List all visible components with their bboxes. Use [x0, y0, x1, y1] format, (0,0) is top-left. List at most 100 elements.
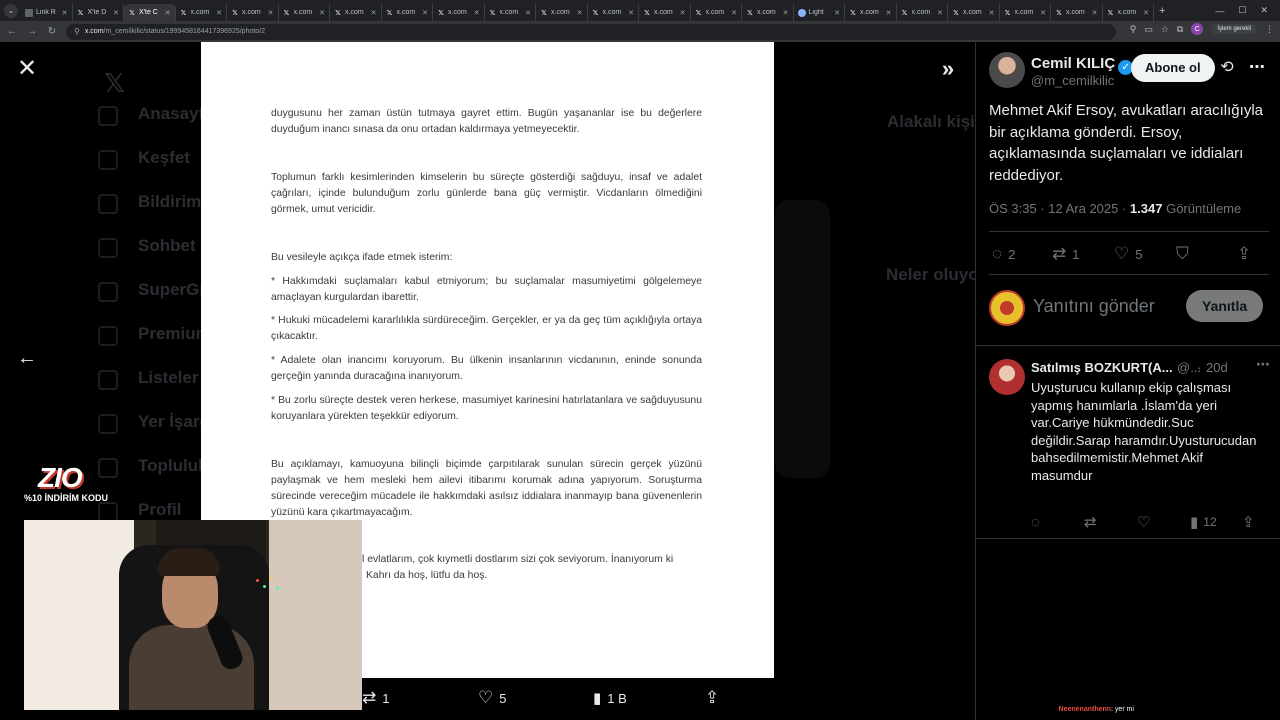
browser-tab[interactable]: Light ✕ [794, 4, 845, 21]
reply-retweet-button[interactable]: ⇄ [1084, 513, 1097, 531]
browser-tab[interactable]: 𝕏x.com ✕ [433, 4, 485, 21]
retweet-button[interactable]: ⇄ 1 [1052, 243, 1079, 265]
reply-author-avatar[interactable] [989, 359, 1025, 395]
reply-input[interactable]: Yanıtını gönder [1033, 296, 1155, 317]
x-logo-icon: 𝕏 [438, 9, 444, 17]
x-logo-icon: 𝕏 [695, 9, 702, 17]
tab-close-icon[interactable]: ✕ [268, 9, 274, 17]
minimize-icon[interactable]: — [1215, 6, 1224, 16]
tab-close-icon[interactable]: ✕ [474, 9, 480, 17]
author-handle[interactable]: @m_cemilkilic [1031, 73, 1114, 88]
zoom-icon[interactable]: ⚲ [1130, 24, 1137, 35]
photo-like-button[interactable]: ♡ 5 [478, 686, 506, 710]
address-bar[interactable]: ⚲ x.com/m_cemilkilic/status/199945816441… [66, 23, 1116, 40]
tab-close-icon[interactable]: ✕ [577, 9, 583, 17]
tab-close-icon[interactable]: ✕ [1143, 9, 1149, 17]
reply-reply-button[interactable]: ◌ [1031, 513, 1040, 531]
tab-close-icon[interactable]: ✕ [937, 9, 943, 17]
reload-icon[interactable]: ↻ [44, 24, 60, 40]
subscribe-button[interactable]: Abone ol [1131, 54, 1215, 82]
browser-tab[interactable]: 𝕏x.com ✕ [1103, 4, 1154, 21]
new-tab-icon[interactable]: + [1159, 5, 1165, 17]
bookmark-button[interactable]: ⛉ [1176, 243, 1189, 265]
browser-tab[interactable]: 𝕏x.com ✕ [742, 4, 794, 21]
browser-tab[interactable]: 𝕏x.com ✕ [639, 4, 691, 21]
browser-tab[interactable]: 𝕏 X'te D ✕ [73, 4, 124, 21]
collapse-panel-icon[interactable]: » [936, 58, 960, 82]
reply-like-button[interactable]: ♡ [1137, 513, 1150, 531]
browser-tab[interactable]: 𝕏x.com ✕ [1051, 4, 1103, 21]
photo-views-button[interactable]: ▮ 1 B [593, 686, 627, 710]
photo-share-button[interactable]: ⇪ [705, 686, 719, 710]
my-avatar[interactable] [989, 290, 1025, 326]
tab-close-icon[interactable]: ✕ [216, 9, 222, 17]
tab-close-icon[interactable]: ✕ [113, 9, 119, 17]
reply-submit-button[interactable]: Yanıtla [1186, 290, 1264, 322]
grok-icon[interactable]: ⟲ [1216, 57, 1238, 79]
tab-close-icon[interactable]: ✕ [1092, 9, 1098, 17]
browser-tab[interactable]: 𝕏x.com ✕ [227, 4, 279, 21]
browser-tab[interactable]: 𝕏x.com ✕ [948, 4, 1000, 21]
reply-views-button[interactable]: ▮ 12 [1190, 513, 1217, 531]
x-logo-icon: 𝕏 [1056, 9, 1062, 17]
tab-close-icon[interactable]: ✕ [680, 9, 686, 17]
tab-close-icon[interactable]: ✕ [422, 9, 428, 17]
tab-close-icon[interactable]: ✕ [731, 9, 737, 17]
reply-author-name[interactable]: Satılmış BOZKURT(A... [1031, 360, 1173, 375]
heart-icon: ♡ [478, 688, 494, 707]
close-viewer-icon[interactable]: ✕ [16, 57, 38, 81]
browser-tab[interactable]: Link R ✕ [21, 4, 73, 21]
browser-tab[interactable]: 𝕏x.com ✕ [1000, 4, 1051, 21]
browser-tab[interactable]: 𝕏x.com ✕ [897, 4, 948, 21]
tab-close-icon[interactable]: ✕ [62, 9, 68, 17]
browser-tab[interactable]: 𝕏x.com ✕ [536, 4, 588, 21]
browser-tab[interactable]: 𝕏x.com ✕ [485, 4, 536, 21]
tweet-timestamp[interactable]: ÖS 3:35 · 12 Ara 2025 · [989, 201, 1130, 216]
browser-tab[interactable]: 𝕏x.com ✕ [176, 4, 227, 21]
back-icon[interactable]: ← [4, 24, 20, 40]
author-avatar[interactable] [989, 52, 1025, 88]
site-info-icon[interactable]: ⚲ [74, 27, 80, 36]
browser-tab[interactable]: 𝕏x.com ✕ [279, 4, 330, 21]
reply-timestamp[interactable]: 20d [1206, 360, 1228, 375]
reply-button[interactable]: ◌ 2 [992, 243, 1015, 265]
browser-tab[interactable]: 𝕏x.com ✕ [588, 4, 639, 21]
author-name[interactable]: Cemil KILIÇ ✓ [1031, 55, 1134, 75]
tab-close-icon[interactable]: ✕ [319, 9, 325, 17]
cast-icon[interactable]: ▭ [1144, 24, 1153, 35]
browser-tab[interactable]: 𝕏x.com ✕ [382, 4, 433, 21]
tab-close-icon[interactable]: ✕ [525, 9, 531, 17]
browser-tab[interactable]: 𝕏x.com ✕ [845, 4, 897, 21]
retweet-icon: ⇄ [362, 688, 377, 707]
forward-icon[interactable]: → [24, 24, 40, 40]
tab-close-icon[interactable]: ✕ [628, 9, 634, 17]
reply-more-icon[interactable]: ⋯ [1256, 356, 1270, 373]
reply-view-count: 12 [1203, 515, 1217, 529]
tab-close-icon[interactable]: ✕ [371, 9, 377, 17]
bookmark-star-icon[interactable]: ☆ [1161, 24, 1169, 35]
tab-close-icon[interactable]: ✕ [886, 9, 892, 17]
tab-close-icon[interactable]: ✕ [834, 9, 840, 17]
browser-menu-icon[interactable]: ⋮ [1265, 24, 1274, 35]
photo-retweet-button[interactable]: ⇄ 1 [362, 686, 389, 710]
divider [989, 231, 1269, 232]
browser-tab[interactable]: 𝕏x.com ✕ [691, 4, 742, 21]
tab-close-icon[interactable]: ✕ [783, 9, 789, 17]
like-button[interactable]: ♡ 5 [1114, 243, 1142, 265]
tab-close-icon[interactable]: ✕ [989, 9, 995, 17]
action-required-button[interactable]: İşlem gerekli [1211, 24, 1257, 34]
reply-share-button[interactable]: ⇪ [1242, 513, 1255, 531]
tab-close-icon[interactable]: ✕ [165, 9, 171, 17]
maximize-icon[interactable]: ☐ [1238, 5, 1246, 16]
browser-tab[interactable]: 𝕏x.com ✕ [330, 4, 382, 21]
share-button[interactable]: ⇪ [1237, 243, 1251, 265]
browser-tab[interactable]: 𝕏 X'te C ✕ [124, 4, 176, 21]
previous-photo-icon[interactable]: ← [15, 346, 39, 370]
window-close-icon[interactable]: ✕ [1260, 5, 1268, 16]
profile-avatar[interactable]: C [1191, 23, 1204, 35]
tab-close-icon[interactable]: ✕ [1040, 9, 1046, 17]
retweet-count: 1 [1072, 246, 1080, 262]
tab-search-icon[interactable]: ⌄ [4, 3, 18, 18]
extensions-icon[interactable]: ⧉ [1177, 24, 1183, 35]
more-options-icon[interactable]: ⋯ [1246, 57, 1268, 79]
